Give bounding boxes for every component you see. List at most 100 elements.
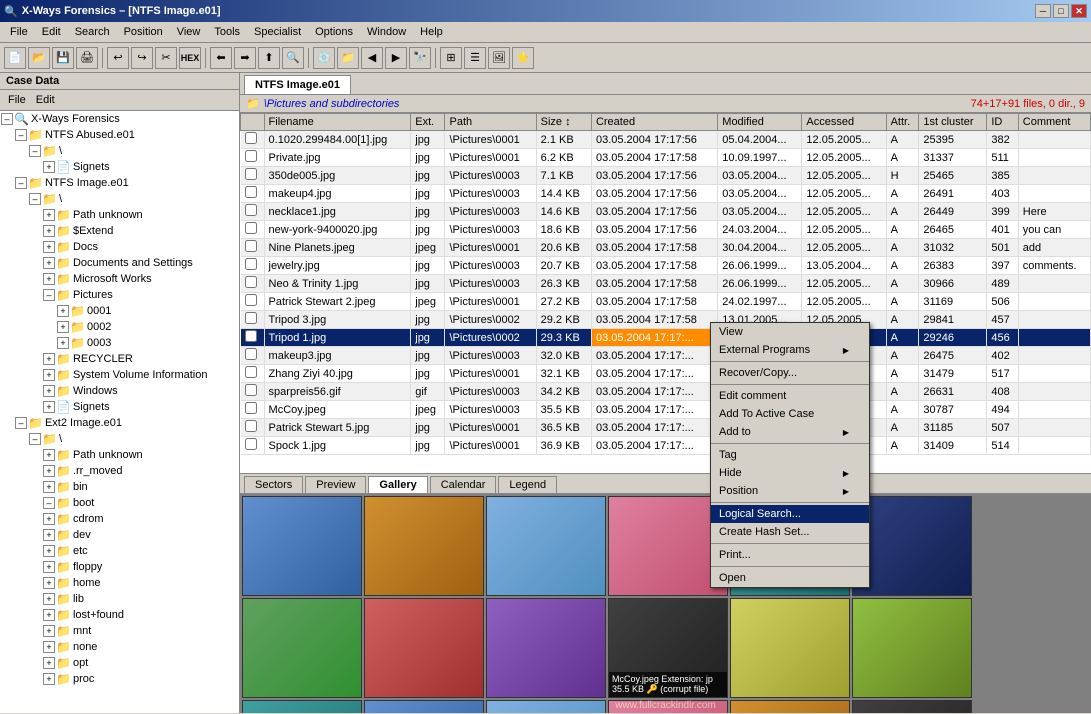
table-row[interactable]: Neo & Trinity 1.jpgjpg\Pictures\000326.3… [241,275,1091,293]
context-menu-item[interactable]: Add to [711,423,869,441]
table-row[interactable]: Spock 1.jpgjpg\Pictures\000136.9 KB03.05… [241,437,1091,455]
row-checkbox[interactable] [245,150,257,162]
menu-position[interactable]: Position [118,24,169,40]
row-checkbox[interactable] [245,312,257,324]
table-row[interactable]: new-york-9400020.jpgjpg\Pictures\000318.… [241,221,1091,239]
table-row[interactable]: jewelry.jpgjpg\Pictures\000320.7 KB03.05… [241,257,1091,275]
toolbar-print[interactable]: 🖨 [76,47,98,69]
menu-options[interactable]: Options [309,24,359,40]
toolbar-undo[interactable]: ↩ [107,47,129,69]
tree-item[interactable]: +📁.rr_moved [0,463,239,479]
context-menu-item[interactable]: External Programs [711,341,869,359]
gallery-thumb[interactable] [242,496,362,596]
tree-item[interactable]: +📁floppy [0,559,239,575]
tree-expand-btn[interactable]: + [43,241,55,253]
tree-expand-btn[interactable]: + [43,673,55,685]
tree-item[interactable]: +📁mnt [0,623,239,639]
col-path[interactable]: Path [445,114,536,131]
menu-tools[interactable]: Tools [208,24,246,40]
context-menu-item[interactable]: Tag [711,446,869,464]
tree-item[interactable]: –📁\ [0,431,239,447]
tree-item[interactable]: +📁Windows [0,383,239,399]
table-row[interactable]: Tripod 1.jpgjpg\Pictures\000229.3 KB03.0… [241,329,1091,347]
gallery-thumb[interactable] [364,700,484,713]
maximize-button[interactable]: □ [1053,4,1069,18]
tree-expand-btn[interactable]: + [43,593,55,605]
tree-expand-btn[interactable]: – [29,145,41,157]
toolbar-cut[interactable]: ✂ [155,47,177,69]
gallery-thumb[interactable] [730,598,850,698]
tree-expand-btn[interactable]: + [57,337,69,349]
tree-expand-btn[interactable]: – [15,177,27,189]
tree-item[interactable]: +📁System Volume Information [0,367,239,383]
tree-item[interactable]: +📁0003 [0,335,239,351]
gallery-thumb[interactable] [486,598,606,698]
main-tab[interactable]: NTFS Image.e01 [244,75,351,94]
toolbar-grid[interactable]: ⊞ [440,47,462,69]
context-menu-item[interactable]: Edit comment [711,387,869,405]
tree-expand-btn[interactable]: + [57,321,69,333]
tree-item[interactable]: –📁\ [0,143,239,159]
gallery-thumb[interactable] [486,700,606,713]
toolbar-back[interactable]: ⬅ [210,47,232,69]
row-checkbox[interactable] [245,258,257,270]
tree-item[interactable]: +📁lib [0,591,239,607]
tab-legend[interactable]: Legend [498,476,557,493]
context-menu-item[interactable]: Print... [711,546,869,564]
table-row[interactable]: Patrick Stewart 5.jpgjpg\Pictures\000136… [241,419,1091,437]
table-row[interactable]: makeup3.jpgjpg\Pictures\000332.0 KB03.05… [241,347,1091,365]
close-button[interactable]: ✕ [1071,4,1087,18]
table-row[interactable]: Private.jpgjpg\Pictures\00016.2 KB03.05.… [241,149,1091,167]
tree-item[interactable]: +📄Signets [0,159,239,175]
tree-item[interactable]: +📁cdrom [0,511,239,527]
table-row[interactable]: Tripod 3.jpgjpg\Pictures\000229.2 KB03.0… [241,311,1091,329]
tree-expand-btn[interactable]: – [43,497,55,509]
tree-expand-btn[interactable]: + [43,449,55,461]
row-checkbox[interactable] [245,348,257,360]
col-cluster[interactable]: 1st cluster [919,114,987,131]
tree-expand-btn[interactable]: + [43,369,55,381]
gallery-thumb[interactable] [364,598,484,698]
case-file-menu[interactable]: File [4,92,30,108]
col-filename[interactable]: Filename [264,114,411,131]
table-row[interactable]: 350de005.jpgjpg\Pictures\00037.1 KB03.05… [241,167,1091,185]
toolbar-up[interactable]: ⬆ [258,47,280,69]
gallery-thumb[interactable]: Mist.jpeg Extension: jpeg 53.9 KB (corru… [730,700,850,713]
row-checkbox[interactable] [245,240,257,252]
tree-item[interactable]: +📁none [0,639,239,655]
gallery-thumb[interactable] [486,496,606,596]
tree-item[interactable]: –📁Pictures [0,287,239,303]
context-menu[interactable]: ViewExternal ProgramsRecover/Copy...Edit… [710,322,870,588]
tree-item[interactable]: +📁0001 [0,303,239,319]
tree-expand-btn[interactable]: + [43,481,55,493]
row-checkbox[interactable] [245,222,257,234]
context-menu-item[interactable]: Logical Search... [711,505,869,523]
tree-expand-btn[interactable]: – [15,129,27,141]
toolbar-folder[interactable]: 📁 [337,47,359,69]
col-modified[interactable]: Modified [718,114,802,131]
toolbar-hex[interactable]: HEX [179,47,201,69]
tree-expand-btn[interactable]: + [43,353,55,365]
toolbar-redo[interactable]: ↪ [131,47,153,69]
gallery-thumb[interactable] [852,700,972,713]
tree-expand-btn[interactable]: + [43,513,55,525]
row-checkbox[interactable] [245,330,257,342]
tree-expand-btn[interactable]: + [43,529,55,541]
gallery-thumb[interactable] [608,700,728,713]
row-checkbox[interactable] [245,384,257,396]
row-checkbox[interactable] [245,420,257,432]
tree-expand-btn[interactable]: + [43,257,55,269]
tree-item[interactable]: +📁bin [0,479,239,495]
tree-expand-btn[interactable]: + [43,577,55,589]
toolbar-list[interactable]: ☰ [464,47,486,69]
tree-expand-btn[interactable]: – [43,289,55,301]
tree-item[interactable]: +📁RECYCLER [0,351,239,367]
tree-item[interactable]: +📁Documents and Settings [0,255,239,271]
tree-expand-btn[interactable]: – [29,433,41,445]
tree-item[interactable]: +📁Docs [0,239,239,255]
context-menu-item[interactable]: Position [711,482,869,500]
table-row[interactable]: McCoy.jpegjpeg\Pictures\000335.5 KB03.05… [241,401,1091,419]
col-created[interactable]: Created [591,114,717,131]
tree-item[interactable]: –📁Ext2 Image.e01 [0,415,239,431]
tree-item[interactable]: –🔍X-Ways Forensics [0,111,239,127]
